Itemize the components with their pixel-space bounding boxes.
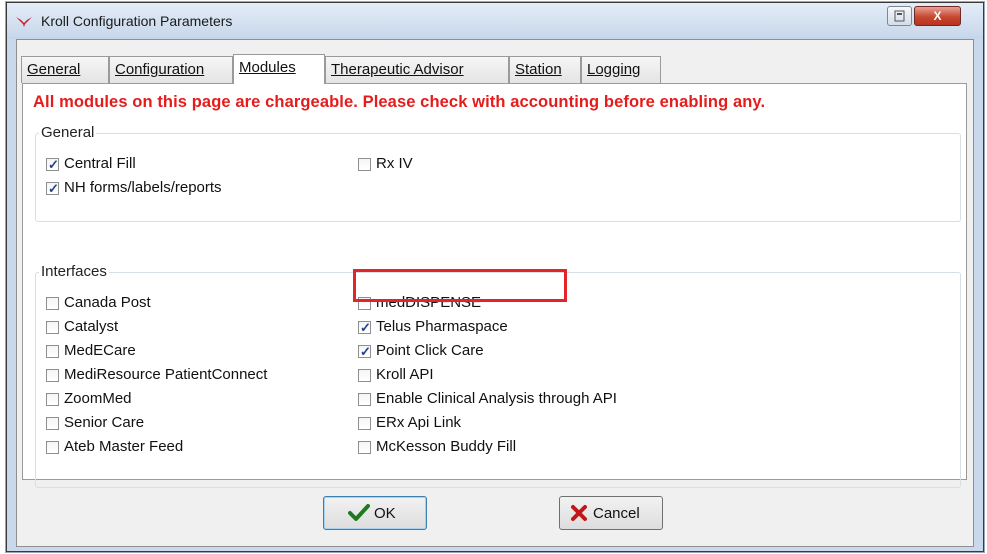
check-icon: ✓ <box>48 181 59 196</box>
checkbox-box <box>358 441 371 454</box>
checkbox-box: ✓ <box>46 181 59 196</box>
tab-station[interactable]: Station <box>509 56 581 83</box>
checkbox-box: ✓ <box>358 344 371 359</box>
checkbox-box <box>46 393 59 406</box>
checkbox-label: ZoomMed <box>64 390 132 407</box>
checkbox-label: Canada Post <box>64 294 151 311</box>
checkbox-label: Enable Clinical Analysis through API <box>376 390 617 407</box>
checkbox-label: Catalyst <box>64 318 119 335</box>
tab-modules[interactable]: Modules <box>233 54 325 84</box>
window-title: Kroll Configuration Parameters <box>41 13 233 29</box>
checkbox-label: Rx IV <box>376 155 413 172</box>
checkbox-box <box>358 393 371 406</box>
checkbox-box <box>358 417 371 430</box>
checkbox-label: Telus Pharmaspace <box>376 318 508 335</box>
tab-general[interactable]: General <box>21 56 109 83</box>
general-group: General ✓ Central Fill ✓ NH forms/labels… <box>35 124 961 222</box>
tab-logging[interactable]: Logging <box>581 56 661 83</box>
checkbox-box <box>46 345 59 358</box>
config-dialog: Kroll Configuration Parameters X General… <box>6 2 984 552</box>
checkbox-label: Ateb Master Feed <box>64 438 184 455</box>
check-icon: ✓ <box>360 344 371 359</box>
cancel-button[interactable]: Cancel <box>559 496 663 530</box>
ok-button[interactable]: OK <box>323 496 427 530</box>
red-x-icon <box>571 505 587 521</box>
checkbox-label: Central Fill <box>64 155 136 172</box>
checkbox-label: Senior Care <box>64 414 145 431</box>
close-icon: X <box>933 9 942 23</box>
dialog-body: General Configuration Modules Therapeuti… <box>16 39 974 547</box>
checkbox-label: NH forms/labels/reports <box>64 179 222 196</box>
title-bar[interactable]: Kroll Configuration Parameters X <box>7 3 983 39</box>
checkbox-box <box>358 369 371 382</box>
interfaces-group: Interfaces Canada Post Catalyst MedECare… <box>35 263 961 488</box>
ok-label: OK <box>374 505 396 522</box>
checkbox-label: McKesson Buddy Fill <box>376 438 517 455</box>
interfaces-group-label: Interfaces <box>39 263 109 281</box>
check-icon: ✓ <box>48 157 59 172</box>
checkbox-box <box>358 158 371 171</box>
checkbox-box: ✓ <box>46 157 59 172</box>
checkbox-box: ✓ <box>358 320 371 335</box>
general-group-label: General <box>39 124 97 142</box>
checkbox-label: MedECare <box>64 342 136 359</box>
checkbox-box <box>46 369 59 382</box>
checkmark-icon <box>348 504 370 521</box>
cancel-label: Cancel <box>593 505 640 522</box>
checkbox-box <box>46 417 59 430</box>
telus-highlight-box <box>353 269 567 302</box>
close-button[interactable]: X <box>914 6 961 26</box>
chargeable-warning: All modules on this page are chargeable.… <box>33 93 766 111</box>
checkbox-label: MediResource PatientConnect <box>64 366 268 383</box>
tab-configuration[interactable]: Configuration <box>109 56 233 83</box>
checkbox-box <box>46 297 59 310</box>
checkbox-label: Kroll API <box>376 366 434 383</box>
checkbox-label: Point Click Care <box>376 342 484 359</box>
checkbox-box <box>46 441 59 454</box>
restore-button[interactable] <box>887 6 912 26</box>
check-icon: ✓ <box>360 320 371 335</box>
checkbox-box <box>46 321 59 334</box>
restore-icon <box>894 10 905 22</box>
checkbox-label: ERx Api Link <box>376 414 462 431</box>
kroll-logo-icon <box>16 17 32 27</box>
tab-therapeutic-advisor[interactable]: Therapeutic Advisor <box>325 56 509 83</box>
